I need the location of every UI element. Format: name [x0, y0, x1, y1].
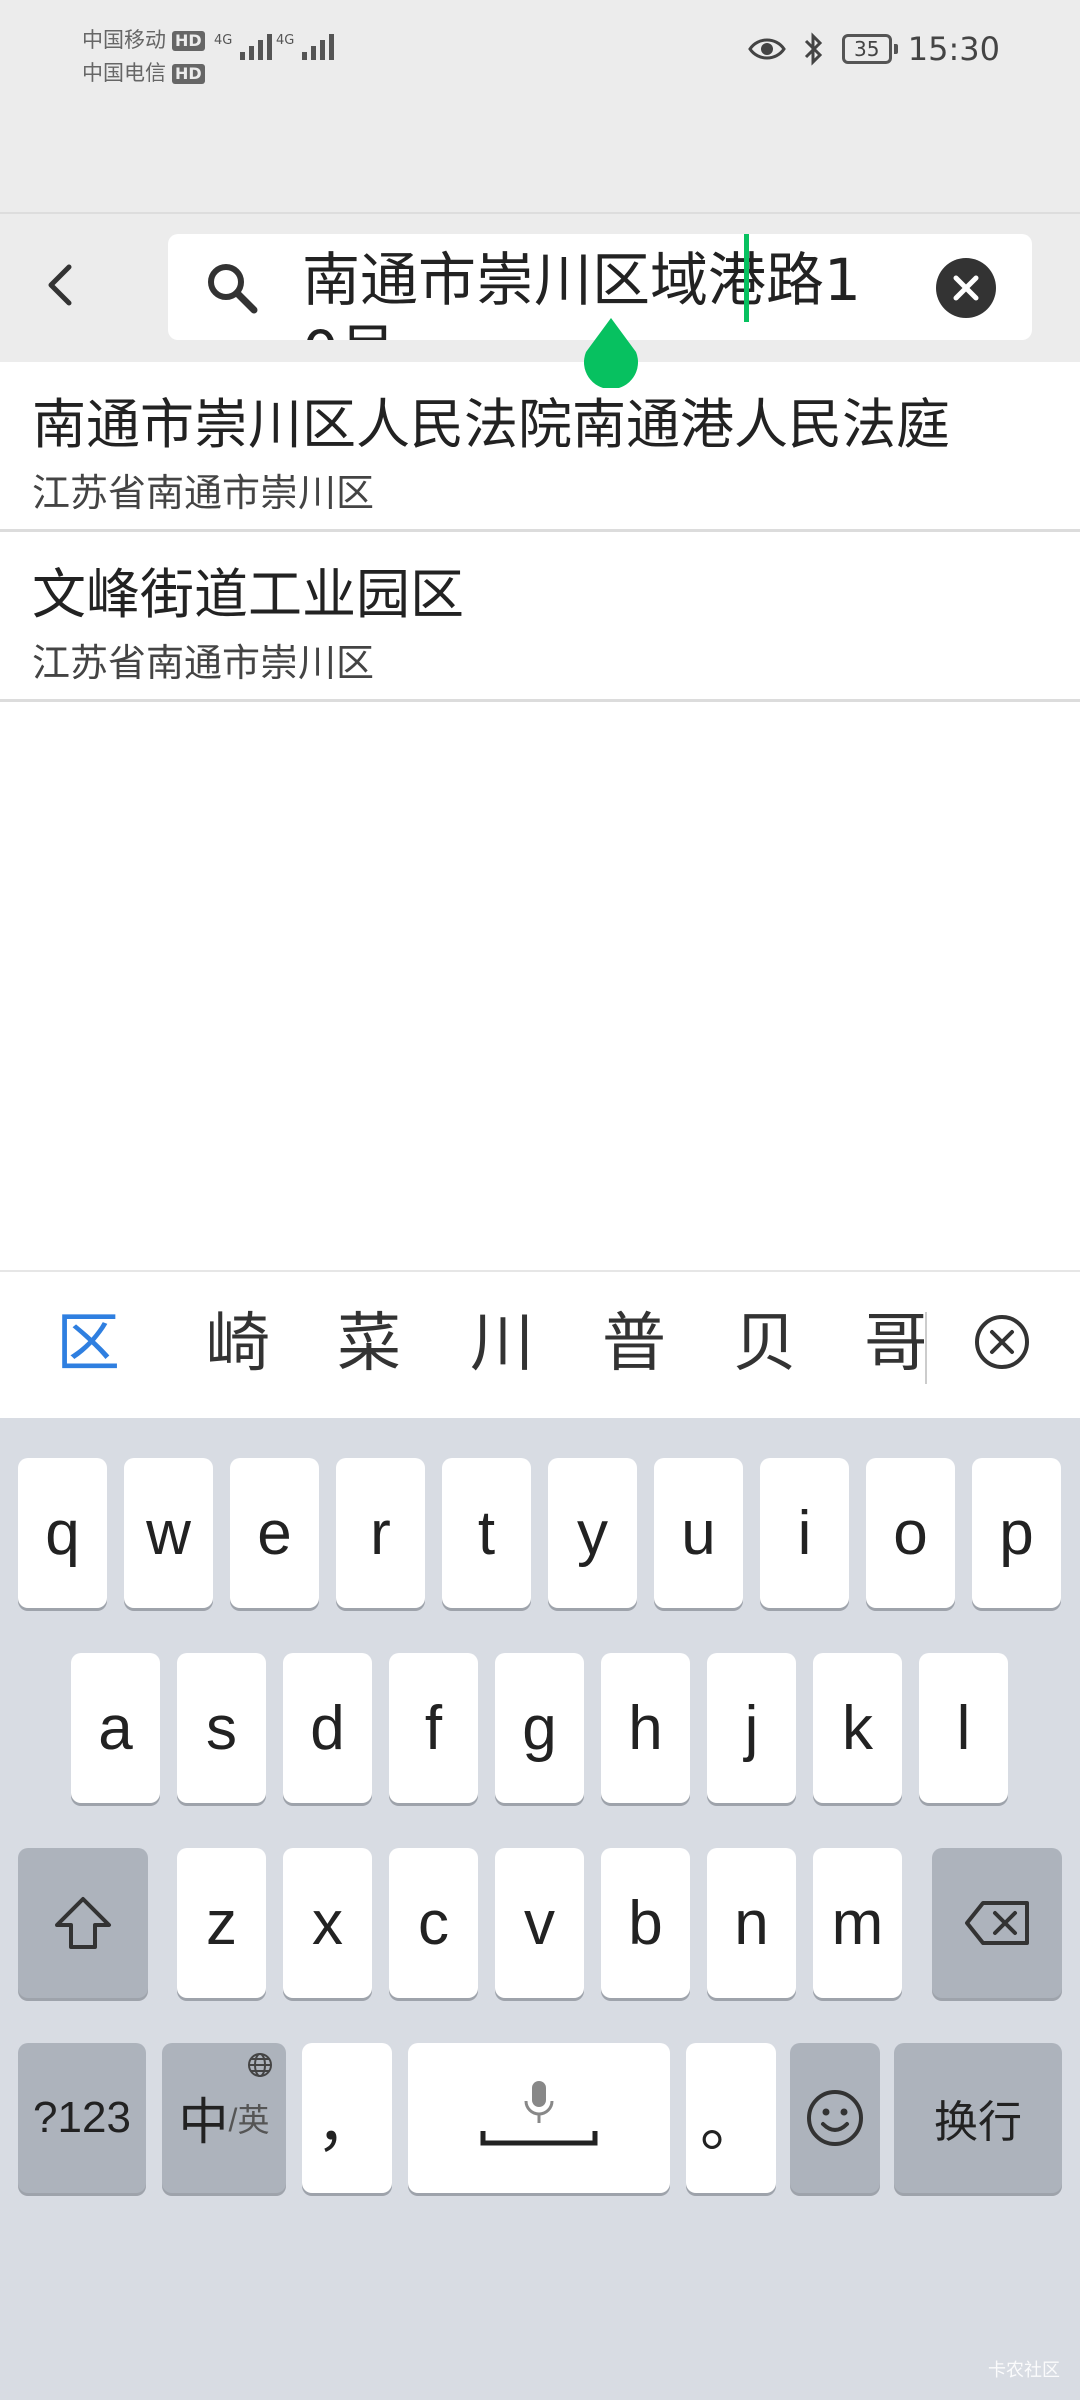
- carrier-info: 中国移动 HD 中国电信 HD: [82, 24, 205, 90]
- search-icon: [208, 264, 258, 314]
- key-i[interactable]: i: [760, 1458, 849, 1608]
- network-type-2: 4G: [276, 33, 295, 48]
- key-b[interactable]: b: [601, 1848, 690, 1998]
- back-button[interactable]: [30, 250, 90, 320]
- candidate-bar: 区 崎 菜 川 普 贝 哥: [0, 1270, 1080, 1418]
- period-key[interactable]: 。: [686, 2043, 776, 2193]
- collapse-candidates-icon[interactable]: [972, 1312, 1032, 1372]
- carrier-1-label: 中国移动: [82, 28, 166, 52]
- key-g[interactable]: g: [495, 1653, 584, 1803]
- watermark: 卡农社区: [988, 2360, 1060, 2381]
- status-right-group: 35 15:30: [747, 30, 1000, 68]
- key-d[interactable]: d: [283, 1653, 372, 1803]
- clock: 15:30: [907, 30, 1000, 68]
- enter-key[interactable]: 换行: [894, 2043, 1062, 2193]
- key-h[interactable]: h: [601, 1653, 690, 1803]
- key-u[interactable]: u: [654, 1458, 743, 1608]
- key-c[interactable]: c: [389, 1848, 478, 1998]
- smiley-icon: [807, 2090, 863, 2146]
- search-box[interactable]: 南通市崇川区域港路10号: [168, 234, 1032, 388]
- top-area: 中国移动 HD 中国电信 HD 4G 4G 35 15:30 南通市崇川区域港路…: [0, 0, 1080, 388]
- result-subtitle: 江苏省南通市崇川区: [32, 641, 375, 685]
- screen: 中国移动 HD 中国电信 HD 4G 4G 35 15:30 南通市崇川区域港路…: [0, 0, 1080, 2400]
- status-bar: 中国移动 HD 中国电信 HD 4G 4G 35 15:30: [0, 0, 1080, 110]
- candidate-1[interactable]: 区: [56, 1304, 120, 1384]
- key-t[interactable]: t: [442, 1458, 531, 1608]
- chevron-left-icon: [48, 264, 72, 306]
- globe-icon: [248, 2053, 272, 2077]
- search-results-list: 南通市崇川区人民法院南通港人民法庭 江苏省南通市崇川区 文峰街道工业园区 江苏省…: [0, 362, 1080, 702]
- space-key[interactable]: [408, 2043, 670, 2193]
- toolbar-divider: [0, 212, 1080, 214]
- candidate-3[interactable]: 菜: [337, 1304, 401, 1384]
- key-n[interactable]: n: [707, 1848, 796, 1998]
- key-j[interactable]: j: [707, 1653, 796, 1803]
- candidate-7[interactable]: 哥: [864, 1304, 924, 1384]
- backspace-key[interactable]: [932, 1848, 1062, 1998]
- key-s[interactable]: s: [177, 1653, 266, 1803]
- key-l[interactable]: l: [919, 1653, 1008, 1803]
- signal-strength-icon-2: 4G: [276, 33, 335, 60]
- key-w[interactable]: w: [124, 1458, 213, 1608]
- result-item[interactable]: 文峰街道工业园区 江苏省南通市崇川区: [0, 532, 1080, 702]
- network-type-1: 4G: [214, 33, 233, 48]
- clear-button[interactable]: [936, 258, 996, 318]
- bluetooth-icon: [804, 32, 822, 66]
- key-k[interactable]: k: [813, 1653, 902, 1803]
- candidate-4[interactable]: 川: [470, 1304, 534, 1384]
- result-item[interactable]: 南通市崇川区人民法院南通港人民法庭 江苏省南通市崇川区: [0, 362, 1080, 532]
- language-switch-key[interactable]: 中 /英: [162, 2043, 286, 2193]
- key-a[interactable]: a: [71, 1653, 160, 1803]
- key-v[interactable]: v: [495, 1848, 584, 1998]
- language-main-label: 中: [178, 2094, 229, 2150]
- hd-badge-1: HD: [172, 30, 205, 51]
- carrier-2-label: 中国电信: [82, 61, 166, 85]
- shift-key[interactable]: [18, 1848, 148, 1998]
- numbers-key[interactable]: ?123: [18, 2043, 146, 2193]
- key-y[interactable]: y: [548, 1458, 637, 1608]
- enter-key-label: 换行: [934, 2098, 1022, 2147]
- candidate-5[interactable]: 普: [602, 1304, 666, 1384]
- candidate-2[interactable]: 崎: [206, 1304, 270, 1384]
- comma-key[interactable]: ，: [302, 2043, 392, 2193]
- result-title: 南通市崇川区人民法院南通港人民法庭: [32, 393, 950, 456]
- battery-icon: 35: [841, 34, 898, 64]
- close-icon: [953, 275, 979, 301]
- key-p[interactable]: p: [972, 1458, 1061, 1608]
- key-q[interactable]: q: [18, 1458, 107, 1608]
- key-m[interactable]: m: [813, 1848, 902, 1998]
- key-f[interactable]: f: [389, 1653, 478, 1803]
- key-r[interactable]: r: [336, 1458, 425, 1608]
- result-subtitle: 江苏省南通市崇川区: [32, 471, 375, 515]
- key-z[interactable]: z: [177, 1848, 266, 1998]
- hd-badge-2: HD: [172, 63, 205, 84]
- language-sub-label: /英: [228, 2102, 270, 2138]
- backspace-icon: [965, 1901, 1029, 1945]
- text-cursor: [744, 234, 749, 322]
- key-e[interactable]: e: [230, 1458, 319, 1608]
- key-o[interactable]: o: [866, 1458, 955, 1608]
- numbers-key-label: ?123: [33, 2093, 131, 2142]
- keyboard: q w e r t y u i o p a s d f g h j k l z …: [0, 1418, 1080, 2400]
- battery-level: 35: [854, 37, 880, 61]
- eye-icon: [747, 38, 786, 60]
- candidate-6[interactable]: 贝: [733, 1304, 797, 1384]
- signal-strength-icon-1: 4G: [214, 33, 273, 60]
- space-bar-icon: [480, 2131, 598, 2146]
- emoji-key[interactable]: [790, 2043, 880, 2193]
- candidate-divider: [925, 1312, 927, 1384]
- shift-arrow-icon: [55, 1897, 111, 1949]
- key-x[interactable]: x: [283, 1848, 372, 1998]
- microphone-icon: [524, 2081, 554, 2123]
- result-title: 文峰街道工业园区: [32, 563, 464, 626]
